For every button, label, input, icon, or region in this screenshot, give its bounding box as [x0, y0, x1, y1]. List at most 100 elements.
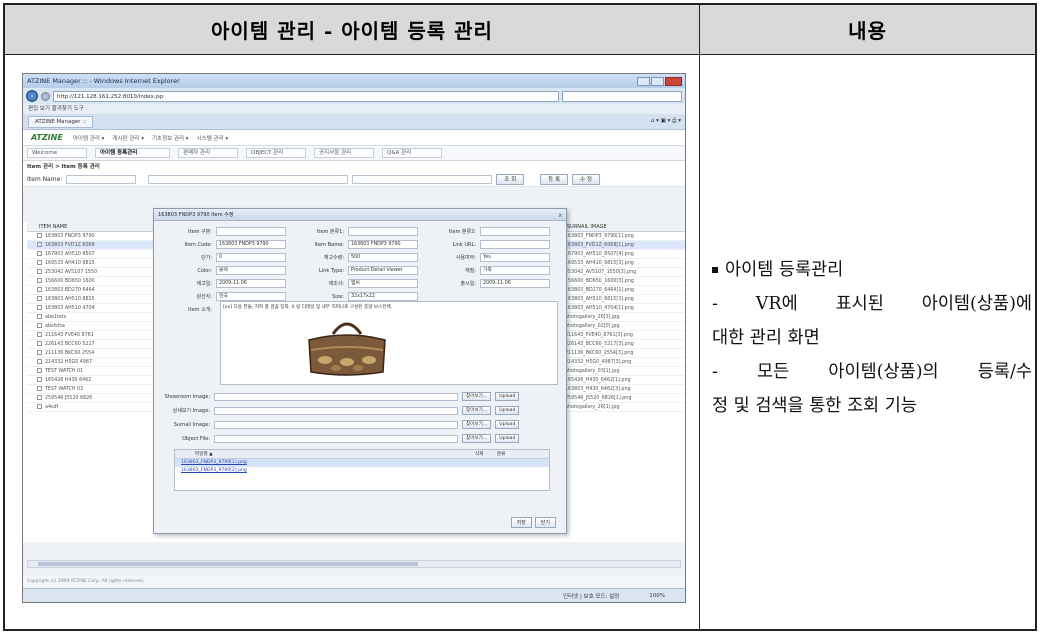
use-label: 사용여부: [455, 255, 476, 261]
table-row[interactable]: 214332 H5G0 4987 [27, 358, 157, 367]
nav-item-items[interactable]: 아이템 관리 ▾ [73, 134, 105, 142]
maximize-icon[interactable] [651, 76, 664, 86]
tab-object[interactable]: OBJECT 관리 [246, 148, 306, 158]
browse-button[interactable]: 찾아보기... [462, 434, 492, 443]
item-name-search-input[interactable] [66, 175, 137, 184]
browse-button[interactable]: 찾아보기... [462, 406, 492, 415]
table-row[interactable]: 156600 BD650 1600 [27, 277, 157, 286]
table-row[interactable]: a4sdf [27, 403, 157, 412]
item-type-select[interactable] [216, 227, 286, 236]
browse-button[interactable]: 찾아보기... [462, 420, 492, 429]
header-right-title: 내용 [700, 5, 1035, 55]
category1-search-select[interactable] [148, 175, 349, 184]
zoom-level[interactable]: 100% [649, 593, 665, 599]
table-row[interactable]: 167903 AH510 8507 [27, 250, 157, 259]
nav-item-base[interactable]: 기초정보 관리 ▾ [152, 134, 189, 142]
stock-label: 재고수량: [323, 255, 344, 261]
material-input[interactable]: 가죽 [480, 266, 550, 275]
item-name-label: Item Name: [314, 241, 344, 248]
surnail-image-input[interactable] [214, 420, 458, 429]
use-select[interactable]: Yes [480, 253, 550, 262]
item-cat1-select[interactable] [348, 227, 418, 236]
back-icon[interactable] [26, 90, 38, 102]
upload-button[interactable]: Upload [495, 434, 520, 443]
browser-search-input[interactable] [562, 90, 682, 102]
stock-input[interactable]: 500 [348, 253, 418, 262]
grid-header: ITEM NAME [27, 222, 157, 232]
edit-button[interactable]: 수 정 [572, 174, 600, 185]
showroom-image-input[interactable] [214, 392, 458, 401]
out-date-label: 출시일: [460, 281, 477, 287]
nav-item-board[interactable]: 게시판 관리 ▾ [112, 134, 144, 142]
table-row[interactable]: TEST WATCH 01 [27, 367, 157, 376]
table-row[interactable]: 163803 FVD1Z 6068 [27, 241, 157, 250]
table-row[interactable]: 211643 FVE40 8761 [27, 331, 157, 340]
tab-seller[interactable]: 판매자 관리 [178, 148, 238, 158]
modal-close-icon[interactable]: x [558, 210, 562, 222]
dimension-input[interactable]: 32x17x22 [348, 292, 418, 301]
forward-icon[interactable] [41, 91, 50, 101]
item-name-input[interactable]: 163803 FNDP3 9790 [348, 240, 418, 249]
tab-item-register[interactable]: 아이템 등록관리 [95, 148, 170, 158]
table-row[interactable]: TEST WATCH 03 [27, 385, 157, 394]
table-row[interactable]: 163803 BD270 6464 [27, 286, 157, 295]
tab-notice[interactable]: 공지사항 관리 [314, 148, 374, 158]
table-row[interactable]: 163803 FNDP3 9790 [27, 232, 157, 241]
upload-button[interactable]: Upload [495, 406, 520, 415]
category2-search-select[interactable] [352, 175, 493, 184]
add-button[interactable]: 등 록 [540, 174, 569, 185]
search-button[interactable]: 조 회 [496, 174, 525, 185]
link-url-input[interactable] [480, 240, 550, 249]
save-button[interactable]: 저장 [510, 517, 532, 528]
list-item[interactable]: 163803_FNDP3_9790[1].png [175, 459, 549, 467]
table-row[interactable]: 169533 AH410 9815 [27, 259, 157, 268]
table-row[interactable]: 226143 BCC60 5217 [27, 340, 157, 349]
screenshot-cell: ATZINE Manager :: - Windows Internet Exp… [5, 55, 700, 629]
detail-image-row: 상세보기 Image: 찾아보기... Upload [154, 405, 568, 416]
object-file-input[interactable] [214, 434, 458, 443]
reg-date-input[interactable]: 2009-11-06 [216, 279, 286, 288]
horizontal-scrollbar[interactable] [27, 560, 681, 568]
size-input[interactable]: 엠씨 [348, 279, 418, 288]
upload-button[interactable]: Upload [495, 420, 520, 429]
tab-qna[interactable]: Q&A 관리 [382, 148, 442, 158]
detail-image-input[interactable] [214, 406, 458, 415]
table-cell: 163803_H430_6462[3].png [565, 385, 685, 394]
tab-welcome[interactable]: Welcome [27, 148, 87, 158]
nav-item-system[interactable]: 시스템 관리 ▾ [197, 134, 229, 142]
item-cat1-label: Item 분류1: [316, 229, 344, 235]
minimize-icon[interactable] [637, 76, 650, 86]
table-row[interactable]: 253042 AV5107 1550 [27, 268, 157, 277]
browser-tab[interactable]: ATZINE Manager :: [28, 115, 93, 128]
item-code-input[interactable]: 163803 FNDP3 9790 [216, 240, 286, 249]
table-row[interactable]: 163803 AH510 4704 [27, 304, 157, 313]
close-button[interactable]: 닫기 [534, 517, 556, 528]
link-type-select[interactable]: Product Detail Viewer [348, 266, 418, 275]
browser-menu[interactable]: 편집 보기 즐겨찾기 도구 [23, 104, 685, 114]
table-cell: photogallery_02[0].jpg [565, 322, 685, 331]
table-row[interactable]: absfsfsa [27, 322, 157, 331]
table-row[interactable]: 211136 BKC60 2554 [27, 349, 157, 358]
upload-button[interactable]: Upload [495, 392, 520, 401]
table-row[interactable]: 165426 H430 6462 [27, 376, 157, 385]
table-cell: 226143_BCC60_5217[3].png [565, 340, 685, 349]
item-description-textarea[interactable]: [xx] 다용 한들, 지퍼 를 끌끔 장착, 0 링 디테일 및 내부 지퍼나… [220, 301, 558, 385]
url-input[interactable]: http://121.128.161.252:8010/index.jsp [53, 90, 559, 102]
price-input[interactable]: 0 [216, 253, 286, 262]
browse-button[interactable]: 찾아보기... [462, 392, 492, 401]
out-date-input[interactable]: 2009-11-06 [480, 279, 550, 288]
origin-input[interactable]: 한국 [216, 292, 286, 301]
color-input[interactable]: 블랙 [216, 266, 286, 275]
list-item[interactable]: 163803_FNDP3_9790[2].png [175, 467, 549, 475]
close-icon[interactable] [665, 76, 682, 86]
security-zone: 인터넷 | 보호 모드: 설정 [563, 593, 620, 600]
table-row[interactable]: 259546 J5520 6826 [27, 394, 157, 403]
description-line: 대한 관리 화면 [712, 328, 820, 348]
browser-tools[interactable]: ⌂ ▾ ▣ ▾ ⎙ ▾ [651, 118, 681, 125]
item-cat2-select[interactable] [480, 227, 550, 236]
material-label: 재질: [465, 268, 476, 274]
table-row[interactable]: abe1tets [27, 313, 157, 322]
origin-label: 원산지: [196, 294, 213, 300]
search-label: Item Name: [27, 176, 63, 183]
table-row[interactable]: 163803 AH510 8815 [27, 295, 157, 304]
